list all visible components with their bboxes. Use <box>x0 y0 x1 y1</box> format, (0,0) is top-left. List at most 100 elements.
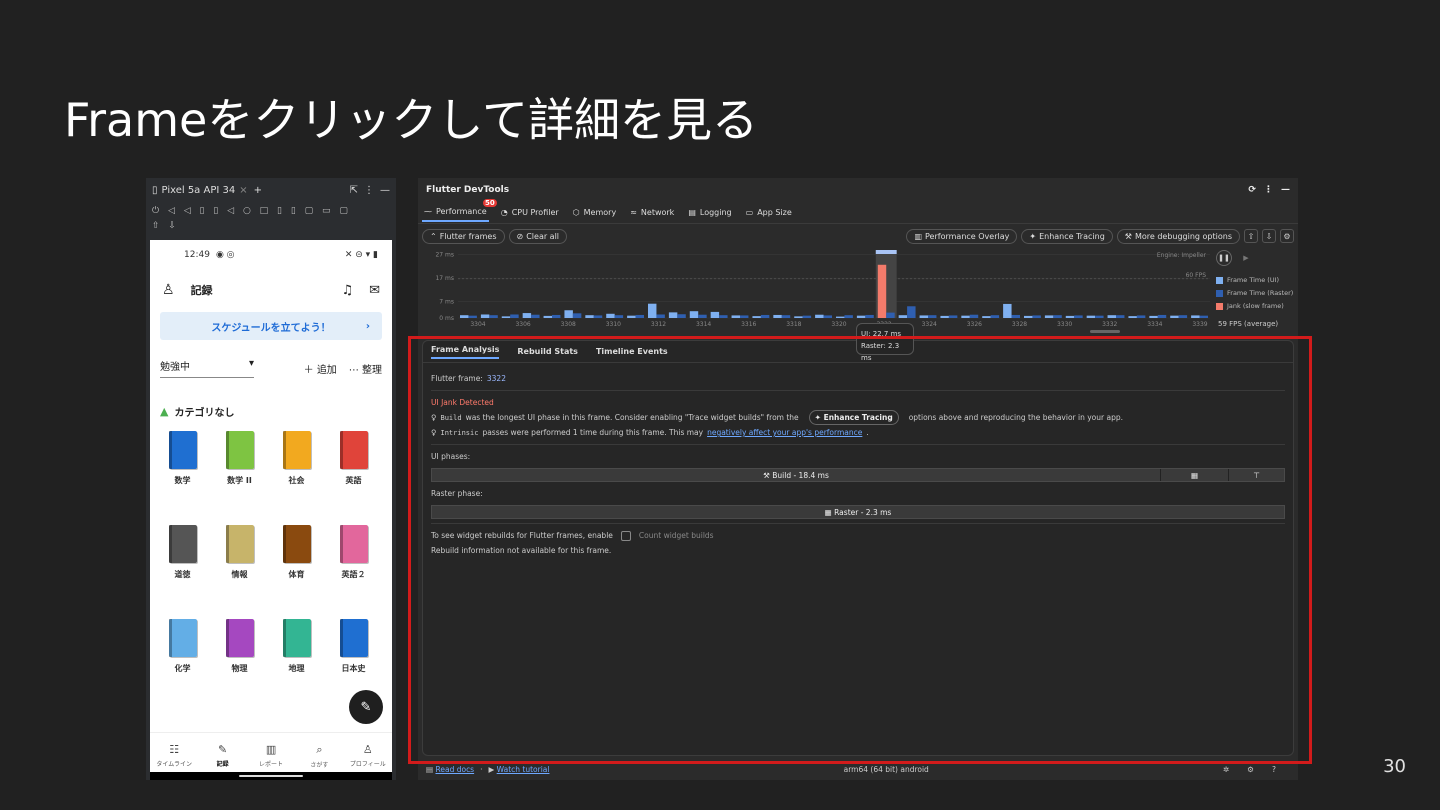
raster-bar <box>865 314 874 318</box>
flutter-frame-label: Flutter frame: <box>431 374 483 383</box>
raster-bar <box>740 315 749 318</box>
settings-icon[interactable]: ⚙ <box>1247 765 1254 774</box>
book-item[interactable]: 数学 II <box>211 431 268 525</box>
clear-all-button[interactable]: ⊘ Clear all <box>508 228 568 244</box>
add-icon[interactable]: + <box>254 185 262 196</box>
frames-chart-svg[interactable]: 27 ms 17 ms 7 ms 0 ms 60 FPS Engine: Impeller… <box>418 248 1298 336</box>
enhance-tracing-inline-button[interactable]: ✦ Enhance Tracing <box>808 410 899 425</box>
edit-fab[interactable]: ✎ <box>349 690 383 724</box>
playback-controls: ❚❚ ▶ <box>1216 250 1254 266</box>
legend-swatch-raster <box>1216 290 1223 297</box>
book-item[interactable]: 社会 <box>268 431 325 525</box>
help-icon[interactable]: ? <box>1272 765 1276 774</box>
book-item[interactable]: 数学 <box>154 431 211 525</box>
book-item[interactable]: 物理 <box>211 619 268 713</box>
paint-phase[interactable]: ⊤ <box>1229 469 1284 481</box>
book-item[interactable]: 体育 <box>268 525 325 619</box>
minimize-icon[interactable]: — <box>380 185 390 196</box>
performance-docs-link[interactable]: negatively affect your app's performance <box>707 428 862 437</box>
build-phase[interactable]: ⚒ Build - 18.4 ms <box>432 469 1161 481</box>
raster-bar <box>1011 314 1020 318</box>
watch-tutorial-link[interactable]: Watch tutorial <box>497 765 550 774</box>
tab-performance[interactable]: ⁓ Performance 50 <box>422 199 497 222</box>
book-item[interactable]: 英語 <box>325 431 382 525</box>
ui-bar <box>564 310 573 318</box>
count-widget-builds-checkbox[interactable] <box>620 530 631 541</box>
close-icon[interactable]: × <box>239 185 247 196</box>
layout-phase[interactable]: ▦ <box>1161 469 1229 481</box>
tab-app-size[interactable]: ▭ App Size <box>744 204 794 221</box>
download-icon[interactable]: ⇩ <box>1262 229 1276 243</box>
memory-icon: ⬡ <box>572 208 580 217</box>
raster-bar <box>1157 314 1167 318</box>
book-item[interactable]: 英語２ <box>325 525 382 619</box>
tab-cpu-profiler[interactable]: ◔ CPU Profiler <box>499 204 561 221</box>
ui-bar <box>919 315 928 318</box>
add-button[interactable]: ＋ 追加 <box>304 361 337 376</box>
ui-bar <box>1003 303 1012 318</box>
tab-frame-analysis[interactable]: Frame Analysis <box>431 345 500 359</box>
ui-bar <box>1107 315 1116 318</box>
tab-logging[interactable]: ▤ Logging <box>686 204 733 221</box>
legend-raster: Frame Time (Raster) <box>1216 287 1293 300</box>
performance-overlay-button[interactable]: ▥ Performance Overlay <box>906 228 1018 244</box>
organize-button[interactable]: ⋯ 整理 <box>349 361 382 376</box>
book-cover <box>225 525 254 563</box>
play-icon[interactable]: ▶ <box>1238 250 1254 266</box>
flutter-frame-row: Flutter frame: 3322 <box>431 371 1285 386</box>
raster-bar <box>928 315 937 318</box>
bug-icon[interactable]: ✲ <box>1223 765 1229 774</box>
book-item[interactable]: 地理 <box>268 619 325 713</box>
ui-bar <box>668 312 678 318</box>
book-item[interactable]: 情報 <box>211 525 268 619</box>
flutter-frames-toggle[interactable]: ⌃ Flutter frames <box>422 228 505 244</box>
ui-bar <box>1065 315 1075 318</box>
account-icon[interactable]: ♙ <box>162 282 175 298</box>
frames-chart[interactable]: 27 ms 17 ms 7 ms 0 ms 60 FPS Engine: Impeller… <box>418 248 1298 336</box>
chart-icon: ▥ <box>265 743 277 756</box>
more-debugging-button[interactable]: ⚒ More debugging options <box>1116 228 1240 244</box>
minimize-icon[interactable]: — <box>1281 185 1290 195</box>
enhance-tracing-button[interactable]: ✦ Enhance Tracing <box>1021 228 1113 244</box>
status-dropdown[interactable]: 勉強中 ▾ <box>160 358 254 378</box>
clear-icon: ⊘ <box>516 231 524 241</box>
upload-icon[interactable]: ⇧ <box>1244 229 1258 243</box>
tab-network[interactable]: ≈ Network <box>628 204 676 221</box>
phone-screen[interactable]: 12:49 ◉ ◎ ✕ ⊝ ▾ ▮ ♙ 記録 ♫ ✉ スケジュールを立てよう！ … <box>150 240 392 778</box>
raster-bar <box>886 312 895 318</box>
home-indicator[interactable] <box>239 775 303 777</box>
emulator-panel: ▯ Pixel 5a API 34 × + ⇱ ⋮ — ⏻ ◁ ◁ ▯ ▯ ◁ … <box>146 178 396 780</box>
book-item[interactable]: 道徳 <box>154 525 211 619</box>
more-icon[interactable]: ⋮ <box>364 185 374 196</box>
mail-icon[interactable]: ✉ <box>369 283 380 298</box>
app-bar: ♙ 記録 ♫ ✉ <box>150 270 392 310</box>
tab-rebuild-stats[interactable]: Rebuild Stats <box>517 347 578 356</box>
settings-icon[interactable]: ⚙ <box>1280 229 1294 243</box>
ui-bar <box>460 315 469 318</box>
device-tab[interactable]: ▯ Pixel 5a API 34 × <box>152 185 248 196</box>
ui-bar <box>1170 315 1179 318</box>
more-icon[interactable]: ⋮ <box>1264 185 1273 195</box>
devtools-tabs: ⁓ Performance 50 ◔ CPU Profiler ⬡ Memory ≈ Netwo… <box>418 199 1298 224</box>
enhance-tracing-inline-label: Enhance Tracing <box>823 413 893 422</box>
emulator-controls[interactable]: ⏻ ◁ ◁ ▯ ▯ ◁ ○ □ ▯ ▯ ▢ ▭ ▢ ⇧ ⇩ <box>146 202 396 238</box>
read-docs-link[interactable]: Read docs <box>435 765 474 774</box>
book-cover <box>339 525 368 563</box>
tab-memory[interactable]: ⬡ Memory <box>571 204 619 221</box>
tab-label: Memory <box>583 208 617 217</box>
pause-icon[interactable]: ❚❚ <box>1216 250 1232 266</box>
schedule-button[interactable]: スケジュールを立てよう！ › <box>160 312 382 340</box>
ui-bar <box>522 313 532 318</box>
external-icon[interactable]: ⇱ <box>350 185 358 196</box>
hammer-icon: ⚒ <box>763 470 773 480</box>
timeline-icon: ☷ <box>169 743 180 756</box>
clear-all-label: Clear all <box>526 231 560 241</box>
bell-icon[interactable]: ♫ <box>341 283 353 298</box>
book-item[interactable]: 化学 <box>154 619 211 713</box>
page-number: 30 <box>1383 756 1406 777</box>
jank-title: UI Jank Detected <box>431 398 494 407</box>
refresh-icon[interactable]: ⟳ <box>1248 185 1256 195</box>
tab-timeline-events[interactable]: Timeline Events <box>596 347 668 356</box>
rebuild-text: To see widget rebuilds for Flutter frame… <box>431 531 613 540</box>
raster-phase[interactable]: ▦ Raster - 2.3 ms <box>432 506 1284 518</box>
